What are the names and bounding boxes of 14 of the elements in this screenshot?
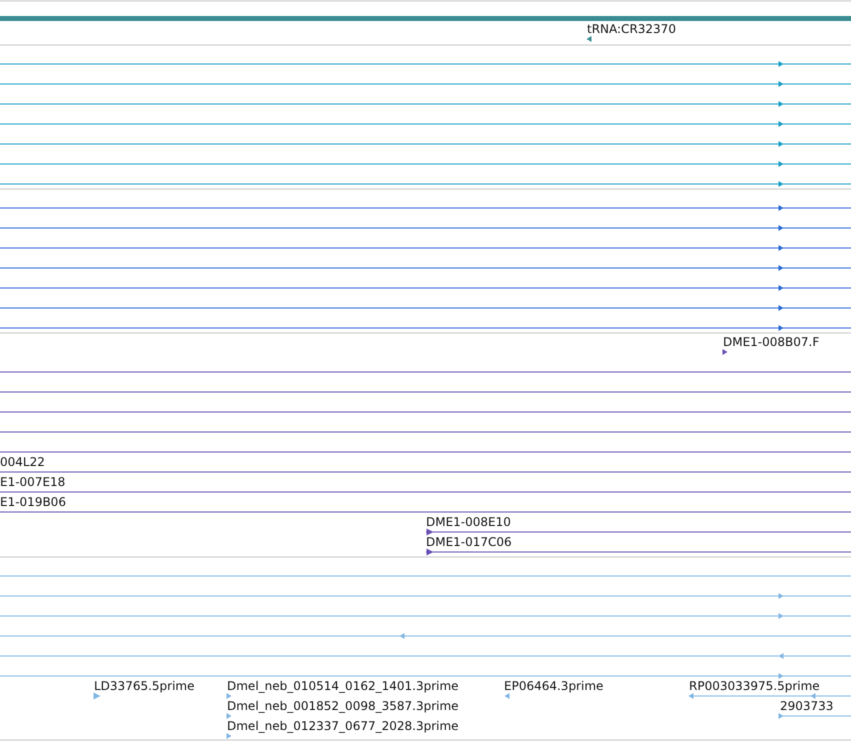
feature-label: E1-019B06 bbox=[0, 495, 66, 509]
feature-label: LD33765.5prime bbox=[94, 679, 195, 693]
feature-label: Dmel_neb_012337_0677_2028.3prime bbox=[227, 719, 459, 733]
feature-label: Dmel_neb_010514_0162_1401.3prime bbox=[227, 679, 459, 693]
feature-label: Dmel_neb_001852_0098_3587.3prime bbox=[227, 699, 459, 713]
feature-label: 004L22 bbox=[0, 455, 45, 469]
feature-label: EP06464.3prime bbox=[504, 679, 604, 693]
feature-label: DME1-017C06 bbox=[426, 535, 512, 549]
feature-label: 2903733 bbox=[780, 699, 834, 713]
feature-label: DME1-008B07.F bbox=[723, 335, 820, 349]
feature-label: DME1-008E10 bbox=[426, 515, 511, 529]
feature-label: RP003033975.5prime bbox=[689, 679, 820, 693]
feature-label: E1-007E18 bbox=[0, 475, 66, 489]
feature-label: tRNA:CR32370 bbox=[587, 22, 676, 36]
